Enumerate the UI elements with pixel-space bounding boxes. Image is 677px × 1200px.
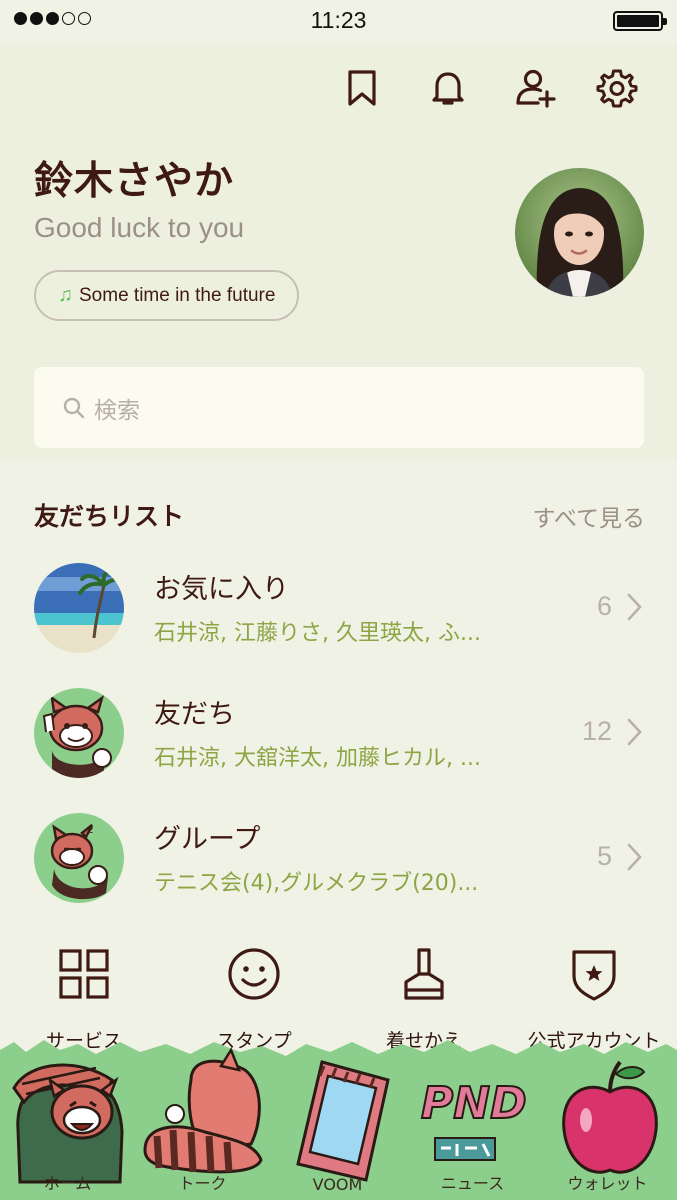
friends-thumbnail (34, 688, 124, 778)
gear-icon (596, 69, 638, 108)
list-item-groups[interactable]: z グループ テニス会(4),グルメクラブ(20)... 5 (34, 813, 646, 905)
status-time: 11:23 (310, 7, 367, 33)
tab-voom[interactable]: VOOM (270, 1040, 405, 1200)
bookmark-button[interactable] (340, 66, 384, 110)
shield-star-icon (572, 950, 616, 1001)
notification-button[interactable] (426, 66, 470, 110)
list-item-subtitle: 石井涼, 江藤りさ, 久里瑛太, ふ... (154, 621, 481, 646)
list-item-title: お気に入り (154, 574, 289, 605)
see-all-link[interactable]: すべて見る (533, 499, 645, 533)
tab-talk[interactable]: トーク (135, 1040, 270, 1200)
list-item-friends[interactable]: 友だち 石井涼, 大舘洋太, 加藤ヒカル, ... 12 (34, 688, 646, 780)
battery-icon (613, 11, 667, 31)
brush-icon (404, 948, 444, 1000)
add-friend-icon (516, 69, 556, 108)
tab-label: トーク (178, 1174, 227, 1193)
tab-label: ウォレット (567, 1174, 648, 1193)
tab-home[interactable]: ホーム (0, 1040, 135, 1200)
profile-music-button[interactable]: ♫ Some time in the future (34, 270, 300, 321)
tab-label: ニュース (440, 1174, 505, 1193)
profile-avatar[interactable] (515, 168, 644, 297)
search-input[interactable]: 検索 (34, 367, 644, 448)
list-item-favorites[interactable]: お気に入り 石井涼, 江藤りさ, 久里瑛太, ふ... 6 (34, 563, 646, 655)
smiley-icon (228, 948, 280, 1000)
chevron-right-icon (627, 843, 642, 871)
search-placeholder: 検索 (94, 397, 140, 424)
groups-thumbnail: z (34, 813, 124, 903)
list-item-count: 5 (596, 841, 612, 871)
list-item-subtitle: テニス会(4),グルメクラブ(20)... (154, 871, 479, 896)
list-item-subtitle: 石井涼, 大舘洋太, 加藤ヒカル, ... (154, 746, 481, 771)
music-note-icon: ♫ (58, 284, 73, 306)
profile-name[interactable]: 鈴木さやか (34, 150, 234, 206)
friends-list-title: 友だちリスト (34, 502, 185, 531)
tab-label: ホーム (43, 1174, 92, 1193)
tab-label: VOOM (312, 1175, 363, 1194)
tab-news[interactable]: PND ニュース (405, 1040, 540, 1200)
bell-icon (432, 72, 464, 105)
svg-text:PND: PND (421, 1078, 527, 1129)
add-friend-button[interactable] (513, 66, 557, 110)
bookmark-icon (348, 70, 376, 106)
search-icon (63, 397, 85, 418)
svg-text:z: z (88, 825, 93, 836)
grid-icon (59, 949, 109, 999)
list-item-title: 友だち (154, 699, 235, 730)
chevron-right-icon (627, 593, 642, 621)
list-item-title: グループ (154, 824, 261, 855)
list-item-count: 6 (596, 591, 612, 621)
settings-button[interactable] (595, 66, 639, 110)
chevron-right-icon (627, 718, 642, 746)
status-bar: 11:23 (0, 0, 677, 44)
profile-music-label: Some time in the future (79, 284, 276, 306)
favorites-thumbnail (34, 563, 124, 653)
list-item-count: 12 (581, 716, 612, 746)
tab-wallet[interactable]: ウォレット (540, 1040, 675, 1200)
profile-status-message[interactable]: Good luck to you (34, 212, 244, 244)
